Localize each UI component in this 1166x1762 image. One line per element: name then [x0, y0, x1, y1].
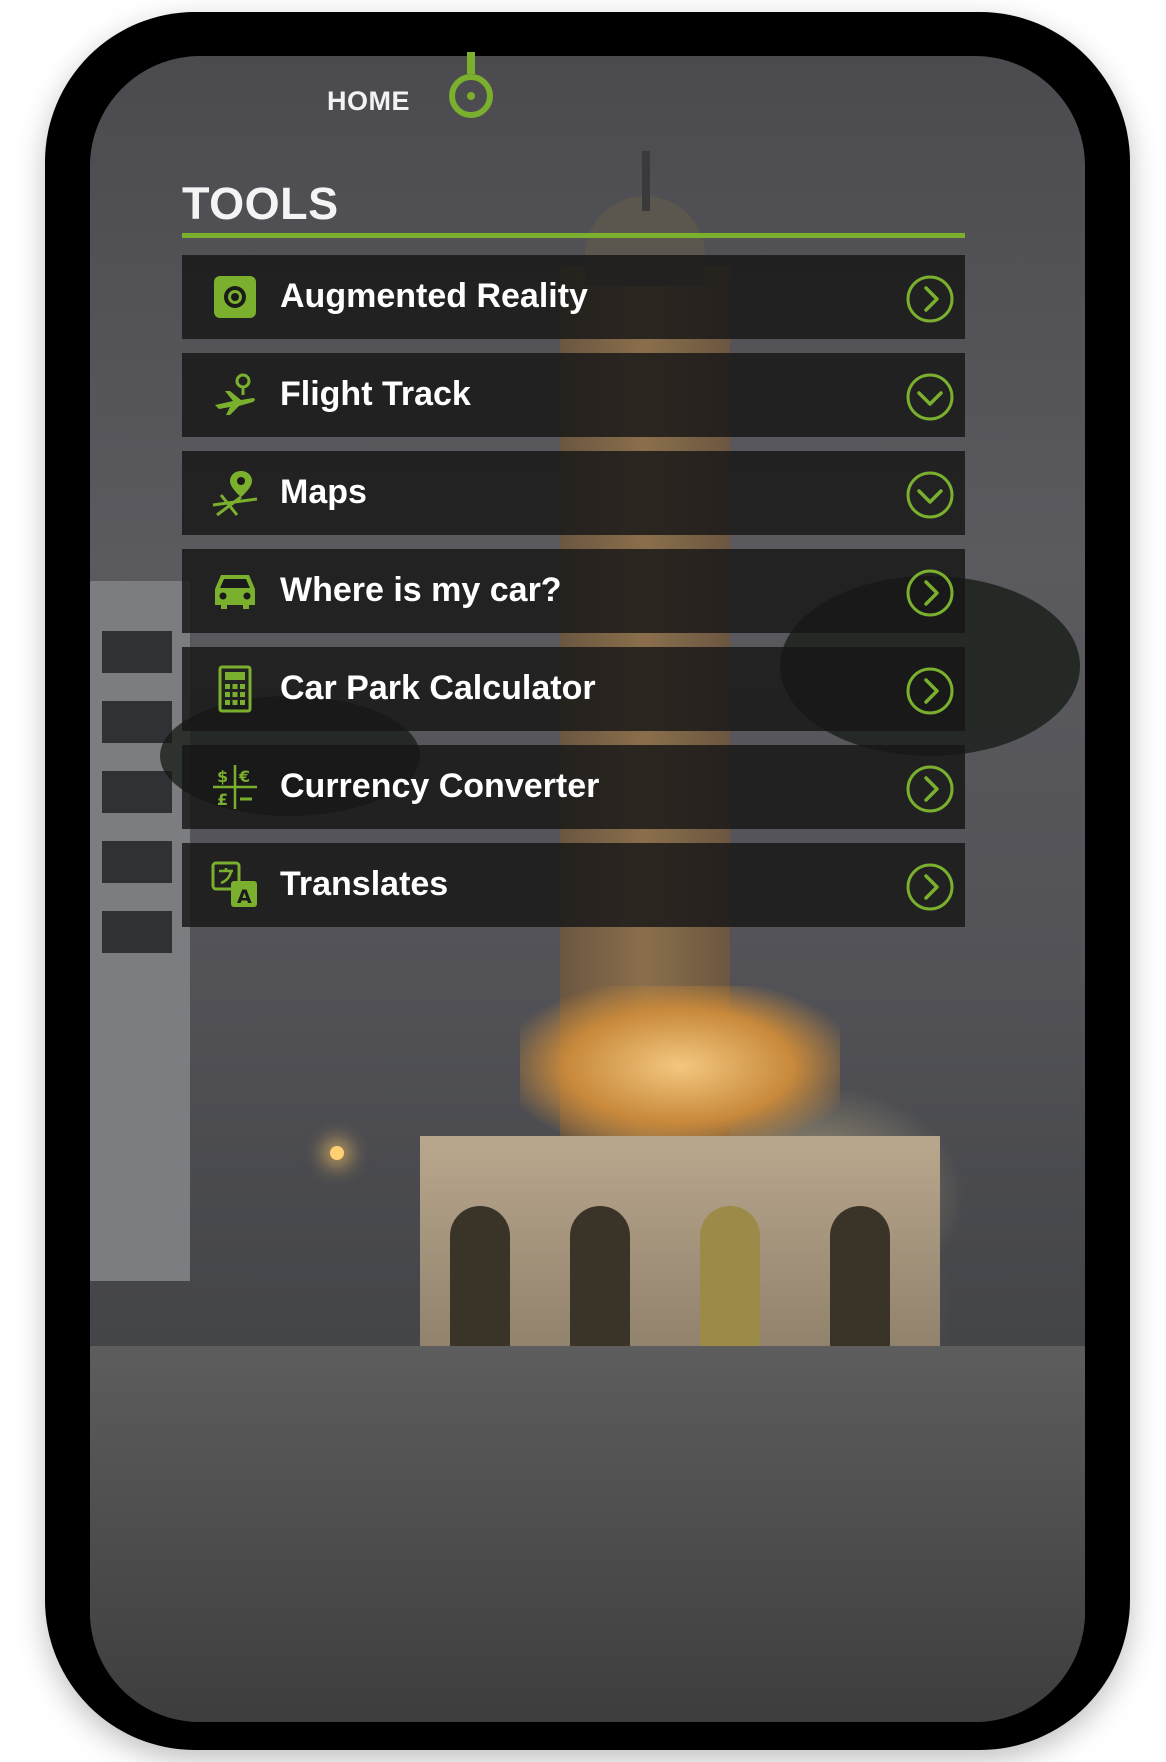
menu-item-augmented-reality[interactable]: Augmented Reality: [182, 255, 965, 339]
chevron-right-icon[interactable]: [905, 568, 955, 618]
menu-item-label: Flight Track: [280, 375, 471, 413]
menu-item-label: Car Park Calculator: [280, 669, 596, 707]
building: [90, 581, 190, 1281]
chevron-right-icon[interactable]: [905, 764, 955, 814]
currency-icon: $ € £: [210, 762, 260, 812]
svg-text:€: €: [238, 767, 250, 786]
map-pin-icon: [210, 468, 260, 518]
svg-text:$: $: [217, 767, 228, 786]
menu-item-where-is-my-car[interactable]: Where is my car?: [182, 549, 965, 633]
camera-icon: [210, 272, 260, 322]
plaza: [90, 1346, 1085, 1722]
calculator-icon: [210, 664, 260, 714]
chevron-down-icon[interactable]: [905, 372, 955, 422]
menu-item-label: Currency Converter: [280, 767, 600, 805]
car-icon: [210, 566, 260, 616]
arch: [830, 1206, 890, 1356]
street-lamp: [330, 1146, 344, 1160]
menu-item-currency-converter[interactable]: $ € £ Currency Converter: [182, 745, 965, 829]
home-link[interactable]: HOME: [327, 86, 410, 117]
chevron-right-icon[interactable]: [905, 862, 955, 912]
menu-item-maps[interactable]: Maps: [182, 451, 965, 535]
arch: [700, 1206, 760, 1356]
menu-item-label: Where is my car?: [280, 571, 562, 609]
tower-glow: [520, 986, 840, 1146]
section-title: TOOLS: [182, 178, 339, 229]
arch: [450, 1206, 510, 1356]
menu-item-flight-track[interactable]: Flight Track: [182, 353, 965, 437]
chevron-down-icon[interactable]: [905, 470, 955, 520]
section-divider: [182, 233, 965, 238]
translate-icon: A: [210, 860, 260, 910]
menu-item-label: Translates: [280, 865, 449, 903]
svg-text:A: A: [237, 886, 252, 908]
menu-item-label: Augmented Reality: [280, 277, 588, 315]
svg-text:£: £: [217, 790, 228, 809]
arch: [570, 1206, 630, 1356]
tools-menu: Augmented Reality Flight Track Maps Wher…: [182, 255, 965, 941]
flight-icon: [210, 370, 260, 420]
menu-item-label: Maps: [280, 473, 367, 511]
chevron-right-icon[interactable]: [905, 666, 955, 716]
menu-item-car-park-calculator[interactable]: Car Park Calculator: [182, 647, 965, 731]
home-knob-icon[interactable]: [445, 52, 497, 124]
menu-item-translates[interactable]: A Translates: [182, 843, 965, 927]
chevron-right-icon[interactable]: [905, 274, 955, 324]
tower-spire: [642, 151, 650, 211]
